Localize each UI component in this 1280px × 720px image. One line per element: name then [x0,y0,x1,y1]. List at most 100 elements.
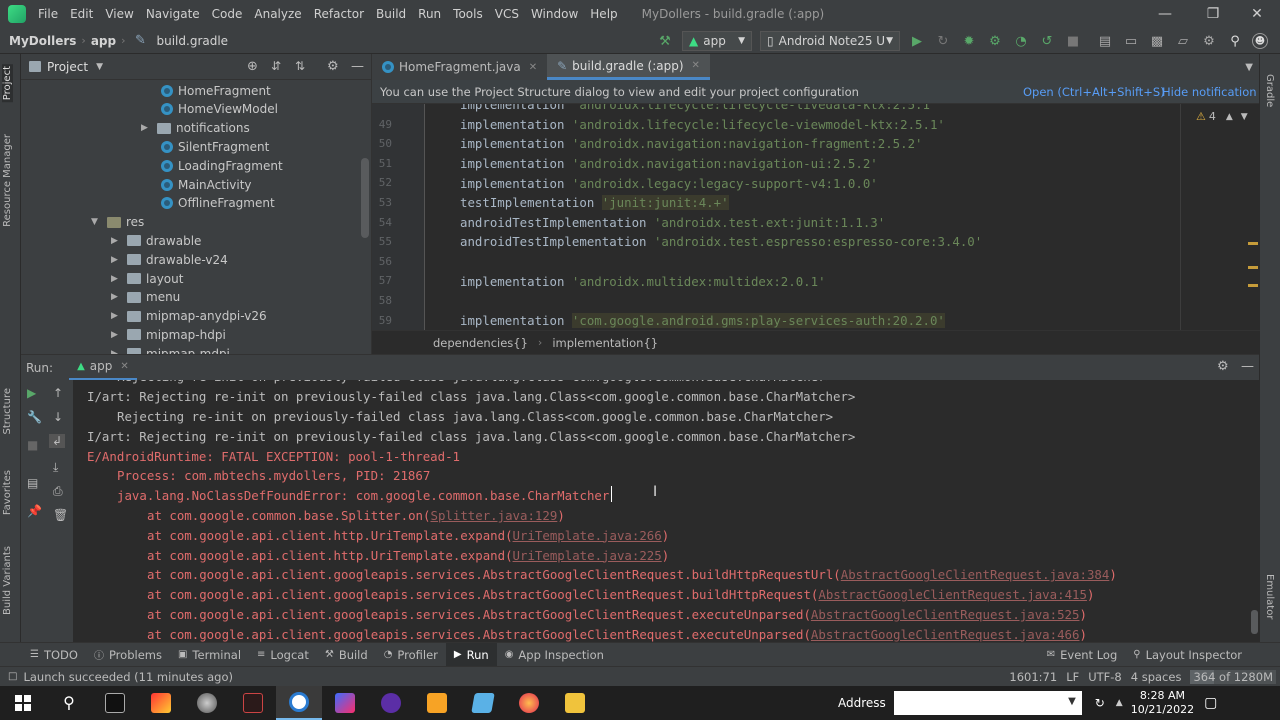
run-console[interactable]: Rejecting re-init on previously-failed c… [73,380,1259,642]
breadcrumb-implementation[interactable]: implementation{} [552,336,658,350]
tab-home-fragment[interactable]: HomeFragment.java ✕ [372,54,547,80]
stack-trace-link[interactable]: AbstractGoogleClientRequest.java:415 [818,587,1087,602]
taskbar-app-vector[interactable] [230,686,276,720]
menu-code[interactable]: Code [206,7,249,21]
taskbar-app-notes[interactable] [460,686,506,720]
minimize-button[interactable]: — [1142,0,1188,28]
address-input[interactable]: ▼ [893,691,1082,715]
taskbar-app-intellij[interactable] [322,686,368,720]
tree-item[interactable]: HomeViewModel [161,100,278,119]
stack-trace-link[interactable]: Splitter.java:129 [430,508,557,523]
close-button[interactable]: ✕ [1234,0,1280,28]
stack-trace-link[interactable]: AbstractGoogleClientRequest.java:525 [811,607,1080,622]
menu-run[interactable]: Run [412,7,447,21]
scroll-to-end-icon[interactable]: ⤓ [53,460,58,475]
run-tab-app[interactable]: ▲ app ✕ [69,355,137,381]
close-tab-icon[interactable]: ✕ [529,62,537,73]
collapse-arrow-icon[interactable]: ▶ [111,274,123,284]
tree-item[interactable]: ▶ layout [111,269,183,288]
tab-todo[interactable]: ☰ TODO [22,648,86,662]
profile-icon[interactable]: ◔ [1012,32,1030,50]
tree-item[interactable]: SilentFragment [161,137,269,156]
menu-window[interactable]: Window [525,7,584,21]
collapse-arrow-icon[interactable]: ▶ [111,255,123,265]
tab-app-inspection[interactable]: ◉ App Inspection [497,648,612,662]
tab-terminal[interactable]: ▣ Terminal [170,648,249,662]
scrollbar[interactable] [1251,610,1258,634]
tab-layout-inspector[interactable]: ⚲ Layout Inspector [1125,648,1250,662]
breadcrumb-file[interactable]: build.gradle [154,34,232,48]
taskbar-app-photoshop[interactable] [368,686,414,720]
device-manager-icon[interactable]: ▱ [1174,32,1192,50]
tab-build[interactable]: ⚒ Build [317,648,376,662]
tree-item[interactable]: ▶ menu [111,288,180,307]
taskbar-app-sublime[interactable] [414,686,460,720]
tab-run[interactable]: ▶ Run [445,642,497,667]
collapse-arrow-icon[interactable]: ▶ [141,123,153,133]
caret-position[interactable]: 1601:71 [1009,670,1057,684]
tree-item[interactable]: MainActivity [161,175,252,194]
chevron-up-icon[interactable]: ▲ [1226,112,1233,122]
menu-help[interactable]: Help [584,7,623,21]
scrollbar[interactable] [361,158,369,238]
inspection-widget[interactable]: ⚠ 4 ▲ ▼ [1196,110,1248,123]
run-config-select[interactable]: ▲ app ▼ [682,31,752,51]
close-tab-icon[interactable]: ✕ [120,361,128,372]
collapse-all-icon[interactable]: ⇅ [295,59,305,73]
hide-panel-icon[interactable]: — [1241,359,1254,374]
tab-build-gradle[interactable]: ✎ build.gradle (:app) ✕ [547,54,710,80]
tab-event-log[interactable]: ✉ Event Log [1039,648,1126,662]
locate-icon[interactable]: ⊕ [247,59,258,74]
open-project-structure-link[interactable]: Open (Ctrl+Alt+Shift+S) [1023,85,1165,99]
collapse-arrow-icon[interactable]: ▶ [111,330,123,340]
menu-analyze[interactable]: Analyze [248,7,307,21]
tree-item[interactable]: ▶ mipmap-hdpi [111,325,226,344]
taskbar-app-terminal[interactable] [92,686,138,720]
attach-debugger-icon[interactable]: ⚙ [986,32,1004,50]
file-encoding[interactable]: UTF-8 [1088,670,1122,684]
clock[interactable]: 8:28 AM 10/21/2022 [1131,689,1194,717]
tree-item[interactable]: LoadingFragment [161,156,283,175]
sdk-manager-icon[interactable]: ▩ [1148,32,1166,50]
tree-item[interactable]: HomeFragment [161,81,271,100]
breadcrumb-dependencies[interactable]: dependencies{} [433,336,528,350]
tab-resource-manager[interactable]: Resource Manager [2,134,13,227]
tab-project[interactable]: Project [2,64,13,103]
run-icon[interactable]: ▶ [908,32,926,50]
menu-tools[interactable]: Tools [447,7,489,21]
breadcrumb-module[interactable]: app [88,34,119,48]
menu-edit[interactable]: Edit [64,7,99,21]
tab-build-variants[interactable]: Build Variants [2,546,13,615]
close-tab-icon[interactable]: ✕ [692,60,700,71]
tree-item[interactable]: OfflineFragment [161,194,275,213]
rerun-icon[interactable]: ↻ [934,32,952,50]
hammer-icon[interactable]: ⚒ [656,32,674,50]
taskbar-app-firefox[interactable] [506,686,552,720]
menu-view[interactable]: View [99,7,139,21]
stack-trace-link[interactable]: AbstractGoogleClientRequest.java:466 [811,627,1080,642]
taskbar-app-explorer[interactable] [552,686,598,720]
scroll-down-icon[interactable]: ↓ [53,410,63,424]
menu-build[interactable]: Build [370,7,412,21]
apply-changes-icon[interactable]: ↺ [1038,32,1056,50]
error-stripe-mark[interactable] [1248,284,1258,287]
tab-gradle[interactable]: Gradle [1264,74,1275,107]
tree-item[interactable]: ▶ mipmap-anydpi-v26 [111,307,267,326]
menu-file[interactable]: File [32,7,64,21]
tab-profiler[interactable]: ◔ Profiler [376,648,446,662]
collapse-arrow-icon[interactable]: ▶ [111,292,123,302]
device-select[interactable]: ▯ Android Note25 U ▼ [760,31,900,51]
expand-arrow-icon[interactable]: ▼ [91,217,103,227]
tab-structure[interactable]: Structure [2,388,13,435]
status-toggle-icon[interactable]: □ [8,671,17,682]
settings-icon[interactable]: ⚙ [1200,32,1218,50]
stop-icon[interactable]: ■ [27,438,38,452]
tab-favorites[interactable]: Favorites [2,470,13,515]
hide-notification-link[interactable]: Hide notification [1162,85,1257,99]
collapse-arrow-icon[interactable]: ▶ [111,311,123,321]
search-button[interactable]: ⚲ [46,686,92,720]
settings-icon[interactable]: ⚙ [1217,359,1229,374]
error-stripe-mark[interactable] [1248,242,1258,245]
hide-panel-icon[interactable]: — [351,59,364,74]
tree-item[interactable]: ▶ notifications [141,119,250,138]
